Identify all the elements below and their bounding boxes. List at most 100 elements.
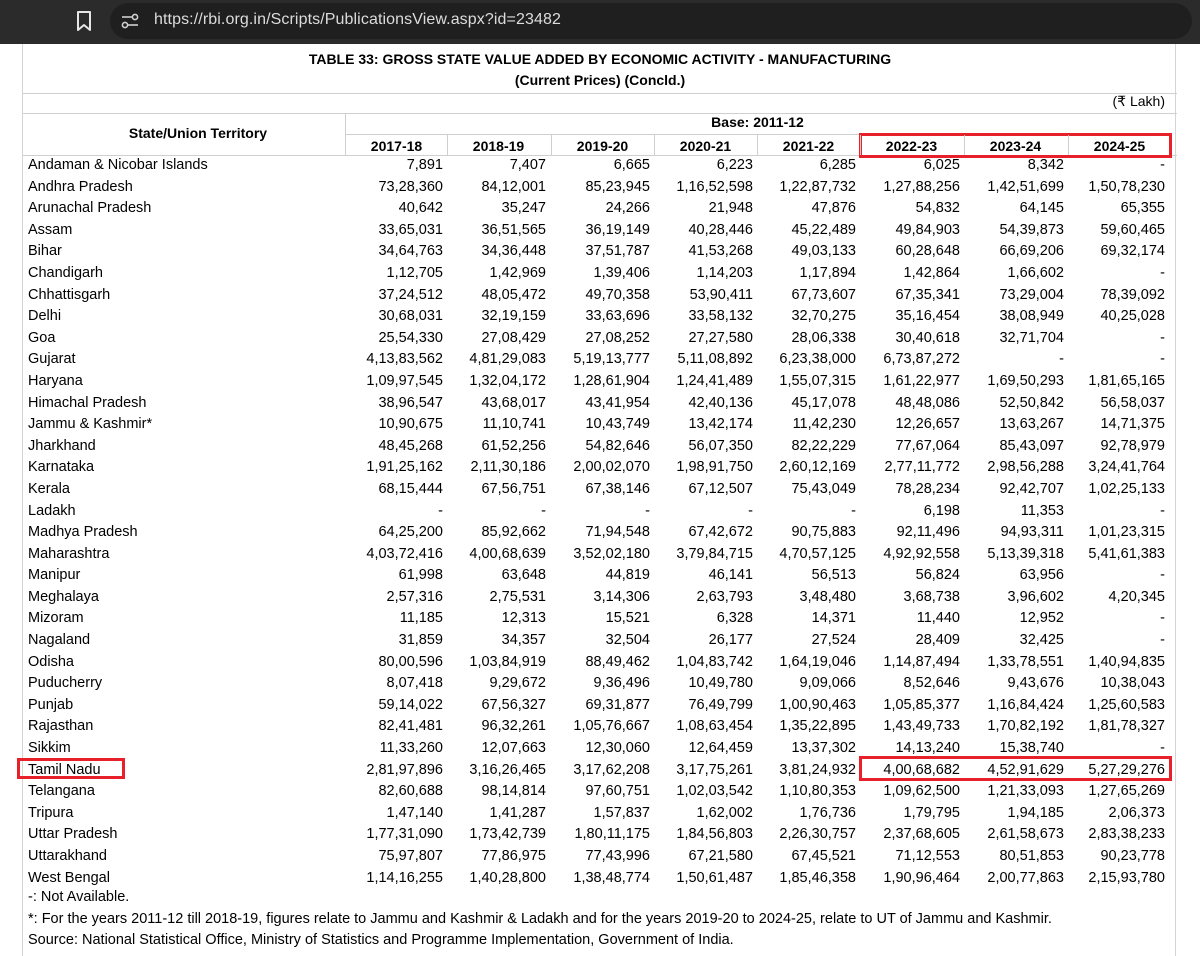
value-cell: 2,75,531 <box>489 588 546 605</box>
value-cell: 2,00,02,070 <box>573 459 650 476</box>
table-row: Jharkhand 48,45,268 61,52,256 54,82,646 56,0… <box>23 436 1177 458</box>
value-cell: 1,08,63,454 <box>676 718 753 735</box>
address-bar[interactable]: https://rbi.org.in/Scripts/PublicationsV… <box>110 3 1192 39</box>
value-cell: 3,48,480 <box>799 588 856 605</box>
value-cell: 4,20,345 <box>1108 588 1165 605</box>
year-header-2017-18: 2017-18 <box>370 138 423 154</box>
value-cell: 1,39,406 <box>593 264 650 281</box>
state-name: Nagaland <box>28 632 91 649</box>
value-cell: 1,14,203 <box>696 264 753 281</box>
value-cell: 1,40,28,800 <box>469 869 546 886</box>
value-cell: 1,40,94,835 <box>1088 653 1165 670</box>
value-cell: 1,02,25,133 <box>1088 480 1165 497</box>
state-name: Uttar Pradesh <box>28 826 118 843</box>
value-cell: 3,16,26,465 <box>469 761 546 778</box>
table-row: Bihar 34,64,763 34,36,448 37,51,787 41,53,26… <box>23 241 1177 263</box>
value-cell: 64,145 <box>1019 200 1064 217</box>
value-cell: 1,62,002 <box>696 804 753 821</box>
table-row: Mizoram 11,185 12,313 15,521 6,328 14,371 11,4… <box>23 608 1177 630</box>
table-row: Meghalaya 2,57,316 2,75,531 3,14,306 2,63,79… <box>23 587 1177 609</box>
value-cell: 1,38,48,774 <box>573 869 650 886</box>
table-row: Nagaland 31,859 34,357 32,504 26,177 27,524 28… <box>23 630 1177 652</box>
value-cell: 48,48,086 <box>895 394 960 411</box>
value-cell: 40,642 <box>398 200 443 217</box>
value-cell: 1,32,04,172 <box>469 372 546 389</box>
value-cell: 6,328 <box>716 610 753 627</box>
table-row: Punjab 59,14,022 67,56,327 69,31,877 76,49,7… <box>23 695 1177 717</box>
value-cell: 90,75,883 <box>791 524 856 541</box>
table-row: Rajasthan 82,41,481 96,32,261 1,05,76,667 1,… <box>23 716 1177 738</box>
value-cell: 1,10,80,353 <box>779 783 856 800</box>
table-row: Andhra Pradesh 73,28,360 84,12,001 85,23,94… <box>23 177 1177 199</box>
value-cell: 88,49,462 <box>585 653 650 670</box>
year-header-2019-20: 2019-20 <box>576 138 629 154</box>
value-cell: 3,52,02,180 <box>573 545 650 562</box>
value-cell: 1,47,140 <box>386 804 443 821</box>
value-cell: 3,79,84,715 <box>676 545 753 562</box>
value-cell: 67,56,751 <box>481 480 546 497</box>
table-row: Manipur 61,998 63,648 44,819 46,141 56,513 56,… <box>23 565 1177 587</box>
state-name: Himachal Pradesh <box>28 394 147 411</box>
value-cell: 4,03,72,416 <box>366 545 443 562</box>
state-name: Maharashtra <box>28 545 110 562</box>
bookmark-icon[interactable] <box>74 10 94 32</box>
value-cell: 1,22,87,732 <box>779 178 856 195</box>
state-name: Telangana <box>28 783 95 800</box>
value-cell: 67,73,607 <box>791 286 856 303</box>
value-cell: 48,05,472 <box>481 286 546 303</box>
table-row: Gujarat 4,13,83,562 4,81,29,083 5,19,13,777… <box>23 349 1177 371</box>
unit-label: (₹ Lakh) <box>1112 93 1165 109</box>
value-cell: 44,819 <box>605 567 650 584</box>
value-cell: 64,25,200 <box>378 524 443 541</box>
value-cell: 67,42,672 <box>688 524 753 541</box>
year-header-2018-19: 2018-19 <box>472 138 525 154</box>
value-cell: 12,07,663 <box>481 740 546 757</box>
value-cell: 36,51,565 <box>481 221 546 238</box>
value-cell: 9,43,676 <box>1007 675 1064 692</box>
value-cell: 36,19,149 <box>585 221 650 238</box>
state-name: Madhya Pradesh <box>28 524 138 541</box>
value-cell: 15,521 <box>605 610 650 627</box>
table-row: Assam 33,65,031 36,51,565 36,19,149 40,28,44… <box>23 220 1177 242</box>
value-cell: - <box>1160 264 1165 281</box>
value-cell: 5,19,13,777 <box>573 351 650 368</box>
state-name: Tripura <box>28 804 74 821</box>
value-cell: 5,41,61,383 <box>1088 545 1165 562</box>
footnote-source: Source: National Statistical Office, Min… <box>28 932 734 948</box>
state-name: Assam <box>28 221 73 238</box>
value-cell: 1,01,23,315 <box>1088 524 1165 541</box>
value-cell: 10,49,780 <box>688 675 753 692</box>
value-cell: 67,12,507 <box>688 480 753 497</box>
divider <box>964 135 965 155</box>
value-cell: 1,25,60,583 <box>1088 696 1165 713</box>
state-name: Mizoram <box>28 610 84 627</box>
value-cell: - <box>645 502 650 519</box>
value-cell: 75,43,049 <box>791 480 856 497</box>
value-cell: 12,64,459 <box>688 740 753 757</box>
table-row: Maharashtra 4,03,72,416 4,00,68,639 3,52,02… <box>23 544 1177 566</box>
table-row: Andaman & Nicobar Islands 7,891 7,407 6,665… <box>23 155 1177 177</box>
site-settings-icon[interactable] <box>120 12 140 30</box>
value-cell: 46,141 <box>708 567 753 584</box>
divider <box>551 135 552 155</box>
value-cell: 10,43,749 <box>585 416 650 433</box>
base-year-header: Base: 2011-12 <box>711 114 804 130</box>
value-cell: 33,65,031 <box>378 221 443 238</box>
value-cell: 1,73,42,739 <box>469 826 546 843</box>
value-cell: 6,665 <box>613 157 650 173</box>
value-cell: 3,81,24,932 <box>779 761 856 778</box>
divider <box>23 93 1177 94</box>
browser-toolbar: https://rbi.org.in/Scripts/PublicationsV… <box>0 0 1200 44</box>
value-cell: 2,60,12,169 <box>779 459 856 476</box>
url-text[interactable]: https://rbi.org.in/Scripts/PublicationsV… <box>154 11 561 29</box>
table-row: Arunachal Pradesh 40,642 35,247 24,266 21,94… <box>23 198 1177 220</box>
value-cell: 1,35,22,895 <box>779 718 856 735</box>
value-cell: 1,05,76,667 <box>573 718 650 735</box>
value-cell: 77,86,975 <box>481 848 546 864</box>
value-cell: 43,68,017 <box>481 394 546 411</box>
value-cell: 54,39,873 <box>999 221 1064 238</box>
value-cell: 1,21,33,093 <box>987 783 1064 800</box>
footnotes: -: Not Available. *: For the years 2011-… <box>28 887 1052 952</box>
table-row: Karnataka 1,91,25,162 2,11,30,186 2,00,02,0… <box>23 457 1177 479</box>
value-cell: 27,08,252 <box>585 329 650 346</box>
